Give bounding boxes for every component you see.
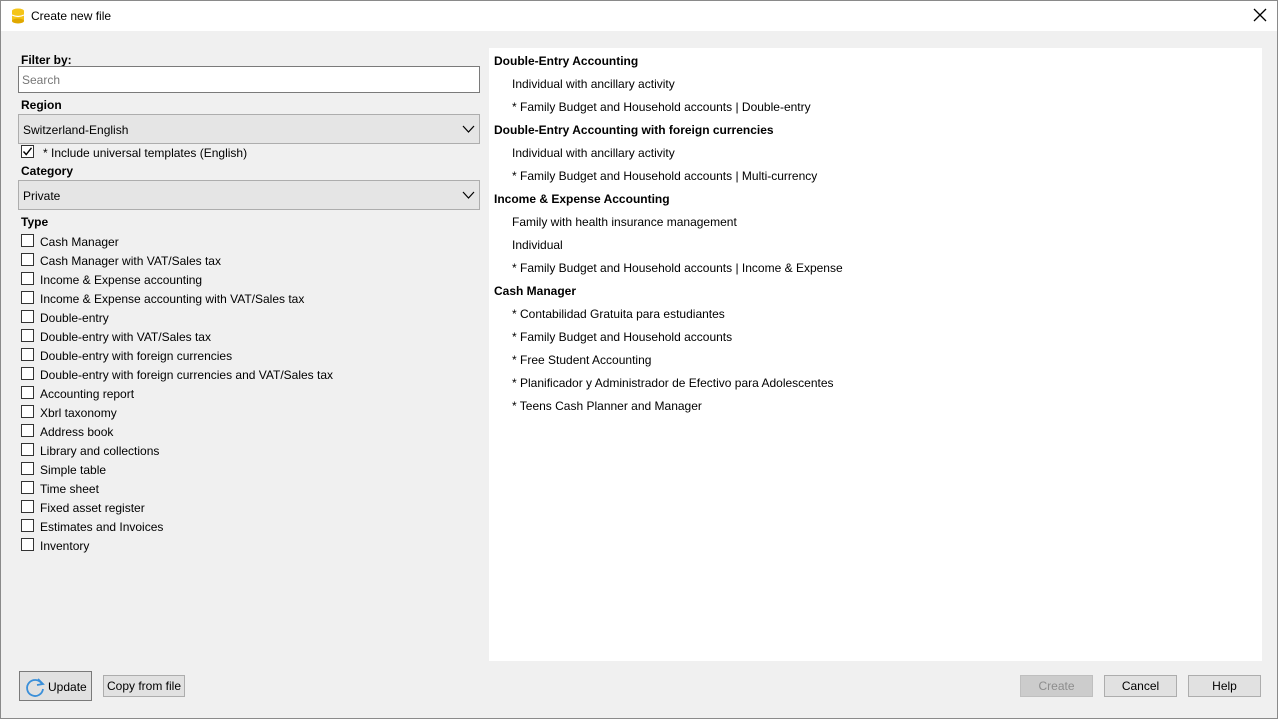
create-button[interactable]: Create	[1020, 675, 1093, 697]
category-label: Category	[21, 164, 74, 178]
result-template-item[interactable]: Family with health insurance management	[512, 215, 737, 229]
type-label: Type	[21, 215, 49, 229]
cancel-button[interactable]: Cancel	[1104, 675, 1177, 697]
result-template-item[interactable]: * Free Student Accounting	[512, 353, 651, 367]
result-group-header: Double-Entry Accounting	[494, 54, 639, 68]
type-option-label[interactable]: Address book	[40, 425, 113, 439]
type-option-label[interactable]: Double-entry with foreign currencies and…	[40, 368, 333, 382]
search-input[interactable]	[18, 66, 480, 93]
chevron-down-icon	[462, 191, 475, 199]
type-option-label[interactable]: Estimates and Invoices	[40, 520, 163, 534]
include-universal-label: * Include universal templates (English)	[43, 146, 248, 160]
type-checkbox[interactable]	[21, 329, 34, 342]
checkmark-icon	[22, 147, 33, 156]
type-option-label[interactable]: Fixed asset register	[40, 501, 145, 515]
type-checkbox[interactable]	[21, 538, 34, 551]
type-checkbox[interactable]	[21, 367, 34, 380]
type-checkbox[interactable]	[21, 462, 34, 475]
type-checkbox[interactable]	[21, 386, 34, 399]
app-database-icon	[11, 8, 25, 24]
result-template-item[interactable]: Individual with ancillary activity	[512, 146, 675, 160]
type-option-label[interactable]: Cash Manager with VAT/Sales tax	[40, 254, 221, 268]
filter-label: Filter by:	[21, 53, 72, 67]
include-universal-checkbox[interactable]	[21, 145, 34, 158]
result-template-item[interactable]: * Family Budget and Household accounts |…	[512, 261, 843, 275]
template-results-list: Double-Entry Accounting Individual with a…	[489, 48, 1262, 661]
type-option-label[interactable]: Time sheet	[40, 482, 99, 496]
close-icon[interactable]	[1251, 6, 1269, 24]
type-checkbox[interactable]	[21, 405, 34, 418]
update-button-label: Update	[48, 680, 87, 694]
copy-from-file-button[interactable]: Copy from file	[103, 675, 185, 697]
category-select[interactable]: Private	[18, 180, 480, 210]
result-template-item[interactable]: Individual	[512, 238, 563, 252]
region-select[interactable]: Switzerland-English	[18, 114, 480, 144]
type-option-label[interactable]: Simple table	[40, 463, 106, 477]
result-template-item[interactable]: Individual with ancillary activity	[512, 77, 675, 91]
type-option-label[interactable]: Double-entry with foreign currencies	[40, 349, 232, 363]
type-checkbox[interactable]	[21, 443, 34, 456]
help-button[interactable]: Help	[1188, 675, 1261, 697]
type-checkbox[interactable]	[21, 272, 34, 285]
type-checkbox[interactable]	[21, 310, 34, 323]
type-checkbox[interactable]	[21, 348, 34, 361]
result-group-header: Double-Entry Accounting with foreign cur…	[494, 123, 774, 137]
type-option-label[interactable]: Inventory	[40, 539, 89, 553]
type-checkbox[interactable]	[21, 500, 34, 513]
chevron-down-icon	[462, 125, 475, 133]
type-checkbox[interactable]	[21, 424, 34, 437]
window-title: Create new file	[31, 9, 112, 23]
type-option-label[interactable]: Cash Manager	[40, 235, 119, 249]
type-option-label[interactable]: Income & Expense accounting with VAT/Sal…	[40, 292, 304, 306]
result-template-item[interactable]: * Contabilidad Gratuita para estudiantes	[512, 307, 725, 321]
result-template-item[interactable]: * Planificador y Administrador de Efecti…	[512, 376, 834, 390]
type-option-label[interactable]: Xbrl taxonomy	[40, 406, 117, 420]
result-template-item[interactable]: * Family Budget and Household accounts	[512, 330, 732, 344]
region-label: Region	[21, 98, 62, 112]
type-checkbox[interactable]	[21, 481, 34, 494]
result-group-header: Cash Manager	[494, 284, 577, 298]
type-option-label[interactable]: Library and collections	[40, 444, 159, 458]
type-checkbox[interactable]	[21, 519, 34, 532]
refresh-icon	[26, 678, 45, 697]
type-option-label[interactable]: Income & Expense accounting	[40, 273, 202, 287]
type-checkbox[interactable]	[21, 253, 34, 266]
title-bar: Create new file	[1, 1, 1277, 31]
type-option-label[interactable]: Double-entry with VAT/Sales tax	[40, 330, 211, 344]
create-new-file-dialog: Create new file Filter by: Region Switze…	[0, 0, 1278, 719]
result-group-header: Income & Expense Accounting	[494, 192, 670, 206]
type-option-label[interactable]: Accounting report	[40, 387, 134, 401]
category-selected-value: Private	[23, 189, 61, 203]
region-selected-value: Switzerland-English	[23, 123, 129, 137]
type-option-label[interactable]: Double-entry	[40, 311, 109, 325]
update-button[interactable]: Update	[19, 671, 92, 701]
type-checkbox[interactable]	[21, 291, 34, 304]
result-template-item[interactable]: * Family Budget and Household accounts |…	[512, 169, 817, 183]
result-template-item[interactable]: * Family Budget and Household accounts |…	[512, 100, 811, 114]
result-template-item[interactable]: * Teens Cash Planner and Manager	[512, 399, 702, 413]
type-checkbox[interactable]	[21, 234, 34, 247]
